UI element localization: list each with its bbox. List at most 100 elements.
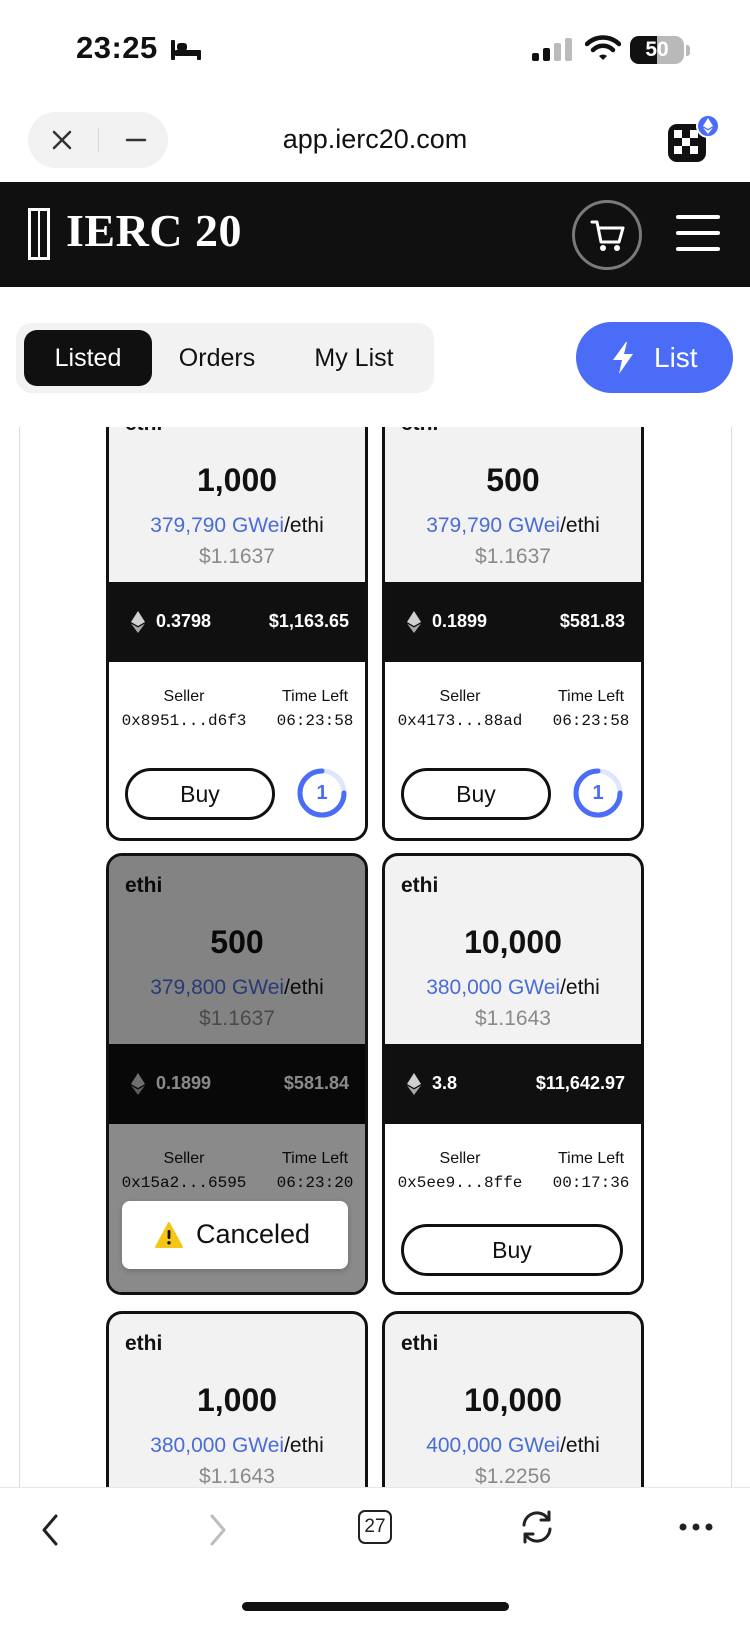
card-amount: 500 [486, 462, 540, 498]
battery-indicator: 50 [630, 36, 684, 64]
close-icon[interactable] [48, 126, 76, 154]
card-amount: 1,000 [196, 462, 278, 498]
ethereum-icon [407, 1073, 421, 1095]
seller-address[interactable]: 0x8951...d6f3 [109, 712, 259, 730]
card-unit-price: 379,790 GWei/ethi [109, 514, 365, 538]
card-usd-unit-price: $1.1643 [475, 1007, 551, 1030]
card-ticker: ethi [401, 874, 439, 897]
card-info: Seller Time Left 0x4173...88ad 06:23:58 … [385, 662, 641, 838]
buy-button[interactable]: Buy [401, 768, 551, 820]
time-left-value: 06:23:58 [276, 712, 354, 730]
home-indicator [242, 1602, 509, 1611]
card-usd-unit-price: $1.1637 [475, 545, 551, 568]
counter-value: 1 [592, 782, 604, 804]
wifi-icon [585, 35, 621, 60]
card-unit-price: 380,000 GWei/ethi [385, 976, 641, 1000]
list-button[interactable]: List [576, 322, 733, 393]
more-options-icon[interactable] [678, 1522, 714, 1532]
time-left-label: Time Left [557, 1150, 625, 1167]
card-amount: 1,000 [196, 1382, 278, 1418]
minimize-icon[interactable] [122, 126, 150, 154]
time-left-value: 06:23:58 [552, 712, 630, 730]
listing-card[interactable]: ethi 1,000 380,000 GWei/ethi $1.1643 [106, 1311, 368, 1487]
seller-label: Seller [439, 1150, 481, 1167]
time-left-label: Time Left [281, 688, 349, 705]
forward-icon[interactable] [202, 1512, 230, 1548]
seller-label: Seller [439, 688, 481, 705]
card-unit-price: 400,000 GWei/ethi [385, 1434, 641, 1458]
time-left-value: 00:17:36 [552, 1174, 630, 1192]
divider [98, 128, 99, 152]
battery-level: 50 [645, 38, 669, 61]
card-price-unit: /ethi [284, 1434, 324, 1457]
seller-label: Seller [163, 688, 205, 705]
card-usd-unit-price: $1.1643 [199, 1465, 275, 1487]
tab-listed[interactable]: Listed [24, 330, 152, 386]
card-eth-total: 0.3798 [156, 611, 212, 631]
counter-value: 1 [316, 782, 328, 804]
cart-button[interactable] [572, 200, 642, 270]
ethereum-icon [407, 611, 421, 633]
card-usd-unit-price: $1.2256 [475, 1465, 551, 1487]
browser-bar: app.ierc20.com [0, 100, 750, 182]
listing-card[interactable]: ethi 1,000 379,790 GWei/ethi $1.1637 0.3… [106, 427, 368, 841]
card-eth-total: 3.8 [432, 1073, 458, 1093]
status-time: 23:25 [76, 30, 158, 65]
divider [731, 427, 732, 1487]
cart-icon [590, 220, 625, 251]
card-total-bar: 0.1899 $581.83 [385, 582, 641, 662]
battery-cap [686, 45, 690, 56]
warning-icon [155, 1222, 183, 1248]
card-price-gwei: 380,000 GWei [426, 976, 561, 999]
card-price-unit: /ethi [560, 1434, 600, 1457]
logo-text[interactable]: IERC 20 [66, 204, 242, 257]
listing-grid: ethi 1,000 379,790 GWei/ethi $1.1637 0.3… [0, 427, 750, 1487]
window-controls [28, 112, 168, 168]
buy-button[interactable]: Buy [125, 768, 275, 820]
canceled-toast: Canceled [122, 1201, 348, 1269]
bottom-toolbar: 27 [0, 1487, 750, 1625]
card-info: Seller Time Left 0x8951...d6f3 06:23:58 … [109, 662, 365, 838]
refresh-counter[interactable]: 1 [295, 766, 349, 820]
listing-card[interactable]: ethi 10,000 400,000 GWei/ethi $1.2256 [382, 1311, 644, 1487]
tab-count-button[interactable]: 27 [358, 1510, 392, 1544]
list-button-label: List [654, 342, 698, 373]
buy-button[interactable]: Buy [401, 1224, 623, 1276]
card-amount: 10,000 [464, 1382, 562, 1418]
status-bar: 23:25 50 [0, 0, 750, 100]
tab-group: Listed Orders My List [16, 323, 434, 393]
menu-hamburger-icon[interactable] [676, 215, 720, 251]
seller-address[interactable]: 0x4173...88ad [385, 712, 535, 730]
card-unit-price: 379,790 GWei/ethi [385, 514, 641, 538]
card-price-unit: /ethi [560, 976, 600, 999]
mini-app-icon[interactable] [664, 114, 722, 170]
app-header: IERC 20 [0, 182, 750, 287]
card-usd-unit-price: $1.1637 [199, 545, 275, 568]
refresh-counter[interactable]: 1 [571, 766, 625, 820]
listing-card[interactable]: ethi 10,000 380,000 GWei/ethi $1.1643 3.… [382, 853, 644, 1295]
card-price-gwei: 379,790 GWei [150, 514, 285, 537]
card-price-gwei: 379,790 GWei [426, 514, 561, 537]
card-info: Seller Time Left 0x5ee9...8ffe 00:17:36 … [385, 1124, 641, 1292]
card-price-unit: /ethi [284, 514, 324, 537]
sleep-focus-icon [171, 40, 201, 60]
time-left-label: Time Left [557, 688, 625, 705]
card-amount: 10,000 [464, 924, 562, 960]
card-price-gwei: 380,000 GWei [150, 1434, 285, 1457]
refresh-icon[interactable] [518, 1508, 556, 1546]
divider [19, 427, 20, 1487]
card-ticker: ethi [401, 427, 438, 436]
card-total-bar: 3.8 $11,642.97 [385, 1044, 641, 1124]
cellular-signal-icon [532, 38, 572, 61]
tab-my-list[interactable]: My List [288, 330, 420, 386]
back-icon[interactable] [38, 1512, 66, 1548]
listing-card[interactable]: ethi 500 379,790 GWei/ethi $1.1637 0.189… [382, 427, 644, 841]
seller-address[interactable]: 0x5ee9...8ffe [385, 1174, 535, 1192]
tabs-row: Listed Orders My List List [0, 287, 750, 427]
card-usd-total: $581.83 [559, 611, 625, 631]
card-price-unit: /ethi [560, 514, 600, 537]
card-ticker: ethi [401, 1332, 439, 1355]
tab-orders[interactable]: Orders [158, 330, 276, 386]
url-text[interactable]: app.ierc20.com [200, 124, 550, 155]
card-total-bar: 0.3798 $1,163.65 [109, 582, 365, 662]
